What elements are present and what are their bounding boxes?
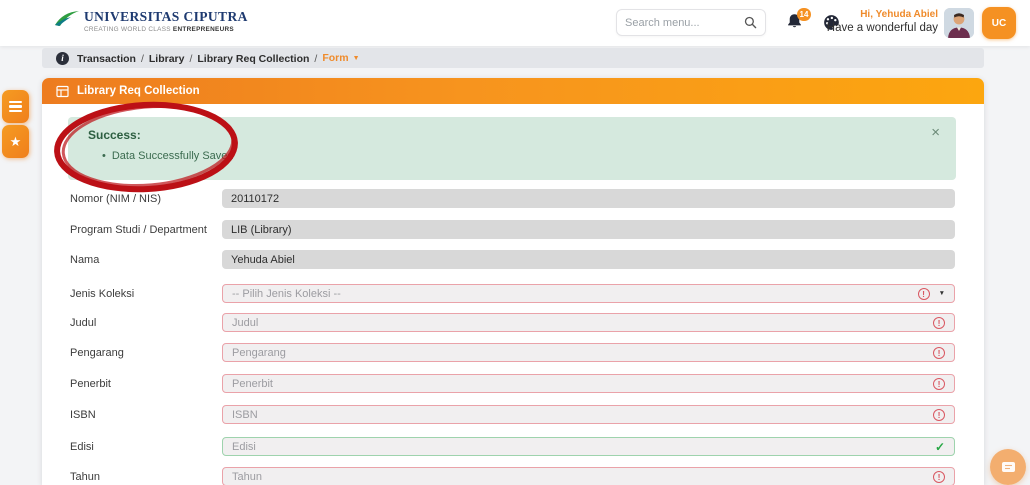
- field-label-nama: Nama: [70, 254, 99, 266]
- warning-icon: !: [933, 409, 945, 421]
- field-label-pengarang: Pengarang: [70, 347, 124, 359]
- field-placeholder: Penerbit: [232, 378, 933, 390]
- breadcrumb-separator: /: [189, 53, 192, 65]
- alert-title: Success:: [88, 128, 141, 142]
- field-placeholder: Judul: [232, 317, 933, 329]
- panel-header: Library Req Collection: [42, 78, 984, 104]
- input-nama: Yehuda Abiel: [222, 250, 955, 269]
- breadcrumb: i Transaction / Library / Library Req Collec…: [42, 48, 984, 68]
- chevron-down-icon: ▼: [353, 55, 360, 62]
- avatar-photo: [944, 8, 974, 38]
- check-icon: ✓: [935, 441, 945, 453]
- warning-icon: !: [933, 317, 945, 329]
- breadcrumb-separator: /: [141, 53, 144, 65]
- field-placeholder: Pengarang: [232, 347, 933, 359]
- table-icon: [56, 85, 69, 98]
- field-placeholder: Tahun: [232, 471, 933, 483]
- input-nomor-nim-nis-: 20110172: [222, 189, 955, 208]
- brand-tagline: CREATING WORLD CLASS ENTREPRENEURS: [84, 26, 248, 33]
- favorites-button[interactable]: ★: [2, 125, 29, 158]
- input-edisi[interactable]: Edisi✓: [222, 437, 955, 456]
- top-navbar: UNIVERSITAS CIPUTRA CREATING WORLD CLASS…: [0, 0, 1030, 46]
- field-label-nomor-nim-nis-: Nomor (NIM / NIS): [70, 193, 161, 205]
- field-value: LIB (Library): [231, 224, 946, 236]
- success-alert: Success: •Data Successfully Saved ×: [68, 117, 956, 180]
- field-label-tahun: Tahun: [70, 471, 100, 483]
- search-menu-box[interactable]: [616, 9, 766, 36]
- warning-icon: !: [918, 288, 930, 300]
- input-judul[interactable]: Judul!: [222, 313, 955, 332]
- warning-icon: !: [933, 378, 945, 390]
- select-jenis-koleksi[interactable]: -- Pilih Jenis Koleksi --! ▼: [222, 284, 955, 303]
- user-greeting: Hi, Yehuda Abiel Have a wonderful day: [800, 9, 938, 34]
- greeting-subtitle: Have a wonderful day: [800, 22, 938, 34]
- input-isbn[interactable]: ISBN!: [222, 405, 955, 424]
- breadcrumb-separator: /: [314, 53, 317, 65]
- message-icon: [1001, 461, 1016, 473]
- org-badge[interactable]: UC: [982, 7, 1016, 39]
- field-label-judul: Judul: [70, 317, 96, 329]
- field-label-program-studi-department: Program Studi / Department: [70, 224, 207, 236]
- page: UNIVERSITAS CIPUTRA CREATING WORLD CLASS…: [0, 0, 1030, 485]
- alert-message: •Data Successfully Saved: [102, 150, 234, 162]
- greeting-title: Hi, Yehuda Abiel: [800, 9, 938, 20]
- user-avatar[interactable]: [944, 8, 974, 38]
- chat-fab-button[interactable]: [990, 449, 1026, 485]
- panel-title: Library Req Collection: [77, 85, 200, 97]
- warning-icon: !: [933, 347, 945, 359]
- input-penerbit[interactable]: Penerbit!: [222, 374, 955, 393]
- field-label-isbn: ISBN: [70, 409, 96, 421]
- input-pengarang[interactable]: Pengarang!: [222, 343, 955, 362]
- breadcrumb-item-transaction[interactable]: Transaction: [77, 53, 136, 65]
- hamburger-icon: [9, 101, 22, 113]
- sidebar-menu-toggle[interactable]: [2, 90, 29, 123]
- field-placeholder: Edisi: [232, 441, 935, 453]
- field-value: Yehuda Abiel: [231, 254, 946, 266]
- logo-swoosh-icon: [54, 9, 80, 33]
- breadcrumb-item-library-req-collection[interactable]: Library Req Collection: [197, 53, 309, 65]
- chevron-down-icon: ▼: [939, 290, 945, 297]
- field-placeholder: -- Pilih Jenis Koleksi --: [232, 288, 918, 300]
- warning-icon: !: [933, 471, 945, 483]
- university-logo[interactable]: UNIVERSITAS CIPUTRA CREATING WORLD CLASS…: [54, 9, 248, 33]
- input-program-studi-department: LIB (Library): [222, 220, 955, 239]
- alert-close-button[interactable]: ×: [931, 125, 940, 140]
- search-input[interactable]: [625, 17, 744, 29]
- star-icon: ★: [10, 135, 22, 148]
- info-icon: i: [56, 52, 69, 65]
- field-label-edisi: Edisi: [70, 441, 94, 453]
- field-placeholder: ISBN: [232, 409, 933, 421]
- breadcrumb-current[interactable]: Form▼: [322, 52, 359, 64]
- input-tahun[interactable]: Tahun!: [222, 467, 955, 485]
- field-value: 20110172: [231, 193, 946, 205]
- brand-name: UNIVERSITAS CIPUTRA: [84, 9, 248, 25]
- field-label-penerbit: Penerbit: [70, 378, 111, 390]
- breadcrumb-item-library[interactable]: Library: [149, 53, 185, 65]
- search-icon: [744, 16, 757, 29]
- field-label-jenis-koleksi: Jenis Koleksi: [70, 288, 134, 300]
